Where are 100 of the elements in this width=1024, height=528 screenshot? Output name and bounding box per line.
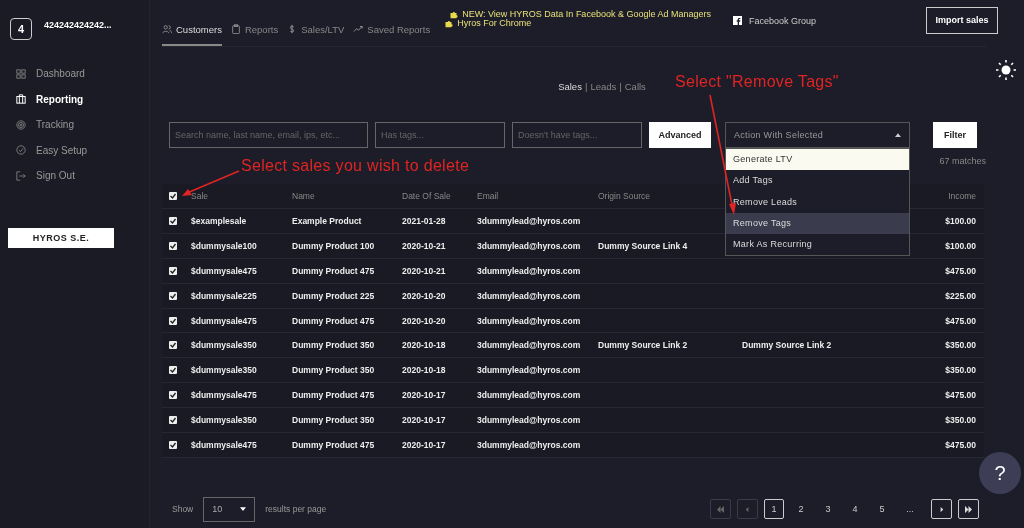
nav-tab[interactable]: Customers (162, 0, 222, 46)
announcement-link[interactable]: Hyros For Chrome (457, 19, 532, 28)
sidebar-item[interactable]: Sign Out (8, 167, 141, 184)
check-circle-icon (16, 145, 26, 155)
table-cell: 2020-10-20 (402, 290, 446, 301)
table-cell: $dummysale350 (191, 415, 257, 426)
select-all-checkbox[interactable] (169, 192, 177, 200)
table-cell: $475.00 (945, 390, 976, 401)
table-cell: 2020-10-17 (402, 439, 446, 450)
column-header[interactable]: Sale (191, 191, 208, 201)
table-cell: $100.00 (945, 215, 976, 226)
menu-item[interactable]: Generate LTV (726, 149, 909, 171)
menu-item[interactable]: Mark As Recurring (726, 234, 909, 256)
table-cell: $100.00 (945, 240, 976, 251)
table-cell: Dummy Source Link 2 (742, 340, 832, 351)
table-cell: $475.00 (945, 265, 976, 276)
announcement-link[interactable]: NEW: View HYROS Data In Facebook & Google Ad Managers (462, 10, 711, 19)
sidebar-item[interactable]: Easy Setup (8, 141, 141, 159)
table-cell: 3dummylead@hyros.com (477, 215, 581, 226)
next-page-button[interactable] (931, 499, 952, 519)
table-cell: $475.00 (945, 315, 976, 326)
row-checkbox[interactable] (169, 341, 177, 350)
ellipsis: ... (905, 503, 915, 516)
annotation-arrow (181, 169, 241, 197)
row-checkbox[interactable] (169, 416, 177, 425)
row-checkbox[interactable] (169, 440, 177, 449)
last-page-button[interactable] (958, 499, 979, 519)
row-checkbox[interactable] (169, 216, 177, 225)
table-cell: 2020-10-21 (402, 240, 446, 251)
table-cell: $dummysale225 (191, 290, 257, 301)
table-cell: $dummysale475 (191, 439, 257, 450)
briefcase-icon (16, 94, 26, 104)
row-checkbox[interactable] (169, 391, 177, 400)
table-cell: 3dummylead@hyros.com (477, 439, 581, 450)
page-size-select[interactable]: 10 (203, 496, 256, 522)
column-header[interactable]: Date Of Sale (402, 191, 451, 201)
table-cell: Dummy Product 475 (292, 265, 375, 276)
table-cell: $225.00 (945, 290, 976, 301)
caret-icon (895, 133, 901, 137)
view-toggle[interactable]: Leads (590, 80, 617, 92)
table-cell: $examplesale (191, 215, 247, 226)
row-checkbox[interactable] (169, 266, 177, 275)
nav-tab[interactable]: Reports (230, 0, 279, 46)
search-field[interactable]: Search name, last name, email, ips, etc... (169, 122, 368, 148)
excluded-tags-field[interactable]: Doesn't have tags... (512, 122, 642, 148)
column-header[interactable]: Email (477, 191, 499, 201)
column-header[interactable]: Income (948, 191, 976, 201)
first-page-button[interactable] (710, 499, 731, 519)
sun-icon[interactable] (996, 60, 1016, 80)
menu-item[interactable]: Remove Tags (726, 212, 909, 235)
row-checkbox[interactable] (169, 241, 177, 250)
nav-tab[interactable]: Saved Reports (353, 0, 431, 46)
column-header[interactable]: Name (292, 191, 315, 201)
sign-out-icon (16, 170, 26, 181)
double-right-icon (964, 505, 973, 513)
view-toggle[interactable]: Sales (558, 80, 582, 92)
table-cell: $dummysale475 (191, 390, 257, 401)
table-cell: Dummy Product 475 (292, 315, 375, 326)
table-cell: 2020-10-17 (402, 390, 446, 401)
menu-item[interactable]: Remove Leads (726, 191, 909, 213)
annotation: Select sales you wish to delete (241, 157, 470, 175)
table-cell: 2020-10-18 (402, 340, 446, 351)
view-toggle[interactable]: Calls (624, 80, 646, 92)
page-button[interactable]: 4 (845, 499, 865, 519)
table-cell: Dummy Product 350 (292, 365, 375, 376)
nav-tab[interactable]: Sales/LTV (287, 0, 345, 46)
table-cell: $350.00 (945, 365, 976, 376)
sidebar-item[interactable]: Reporting (8, 90, 141, 108)
import-sales-button[interactable]: Import sales (926, 6, 998, 34)
table-cell: $475.00 (945, 439, 976, 450)
account-badge[interactable]: 4 (10, 18, 32, 40)
page-button[interactable]: 3 (818, 499, 838, 519)
separator: | (619, 80, 622, 92)
filter-button[interactable]: Filter (933, 122, 977, 148)
table-cell: Dummy Product 350 (292, 415, 375, 426)
advanced-button[interactable]: Advanced (649, 122, 711, 148)
column-header[interactable]: Origin Source (598, 191, 650, 201)
help-button[interactable]: ? (979, 452, 1021, 494)
facebook-icon (732, 16, 742, 25)
table-cell: 3dummylead@hyros.com (477, 390, 581, 401)
row-checkbox[interactable] (169, 316, 177, 325)
page-button[interactable]: 1 (764, 499, 784, 519)
has-tags-field[interactable]: Has tags... (375, 122, 505, 148)
facebook-group-link[interactable]: Facebook Group (748, 15, 816, 26)
row-checkbox[interactable] (169, 291, 177, 300)
menu-item[interactable]: Add Tags (726, 170, 909, 192)
page-button[interactable]: 2 (791, 499, 811, 519)
table-cell: Dummy Source Link 4 (598, 240, 688, 251)
sidebar-item[interactable]: Tracking (8, 116, 141, 133)
table-cell: $dummysale350 (191, 340, 257, 351)
table-cell: $dummysale475 (191, 315, 257, 326)
table-cell: Dummy Product 100 (292, 240, 375, 251)
action-select[interactable]: Action With Selected (725, 122, 910, 148)
account-button[interactable]: HYROS S.E. (8, 228, 114, 248)
sidebar-item[interactable]: Dashboard (8, 65, 141, 82)
table-cell: Dummy Product 350 (292, 340, 375, 351)
caret-icon (240, 507, 247, 511)
row-checkbox[interactable] (169, 366, 177, 375)
show-label: Show (172, 504, 194, 514)
page-button[interactable]: 5 (872, 499, 892, 519)
